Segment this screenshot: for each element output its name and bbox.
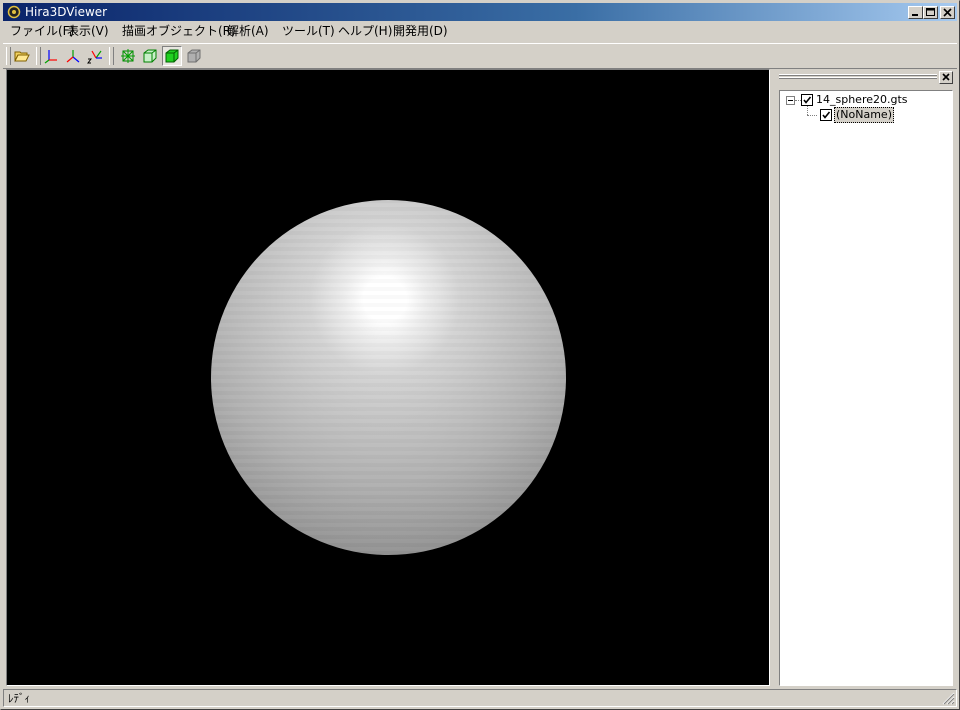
transparent-shading-button[interactable] [184,46,204,66]
menu-analysis[interactable]: 解析(A) [224,24,272,39]
hidden-line-icon [143,49,157,63]
menu-draw-object[interactable]: 描画オブジェクト(R) [119,24,239,39]
menu-view[interactable]: 表示(V) [64,24,112,39]
wireframe-icon [121,49,135,63]
wireframe-button[interactable] [118,46,138,66]
minimize-button[interactable] [908,6,923,19]
status-pane: ﾚﾃﾞｨ [3,689,957,707]
object-tree-panel: 14_sphere20.gts (NoName) [775,69,957,686]
resize-grip-icon[interactable] [942,692,955,705]
view-xy-button[interactable] [41,46,61,66]
tree-collapse-toggle[interactable] [786,96,795,105]
panel-grip[interactable] [779,74,937,80]
status-text: ﾚﾃﾞｨ [8,692,30,705]
transparent-shading-icon [187,49,201,63]
close-icon [942,73,950,81]
minimize-icon [912,14,918,16]
axis-view-yz-icon [66,50,80,63]
title-bar[interactable]: Hira3DViewer [3,3,957,21]
maximize-icon [926,8,935,16]
sphere-mesh-shading [211,200,566,555]
menu-tools[interactable]: ツール(T) [279,24,338,39]
maximize-button[interactable] [923,6,938,19]
open-file-button[interactable] [12,46,32,66]
menu-develop[interactable]: 開発用(D) [390,24,451,39]
toolbar-separator [109,47,114,65]
menu-bar: ファイル(F) 表示(V) 描画オブジェクト(R) 解析(A) ツール(T) ヘ… [3,22,957,41]
tree-checkbox-root[interactable] [801,94,813,106]
open-folder-icon [14,51,30,62]
panel-close-button[interactable] [939,71,953,84]
tree-item-root-label: 14_sphere20.gts [816,93,908,106]
toolbar [3,43,957,69]
3d-viewport[interactable] [6,69,770,686]
tree-checkbox-child[interactable] [820,109,832,121]
hidden-line-button[interactable] [140,46,160,66]
status-bar: ﾚﾃﾞｨ [3,689,957,707]
sphere-model [211,200,566,555]
main-window: Hira3DViewer ファイル(F) 表示(V) 描画オブジェクト(R) 解… [0,0,960,710]
hira3d-app-icon [7,5,21,19]
tree-item-child-label: (NoName) [834,107,894,123]
solid-shading-icon [165,49,179,63]
axis-view-xy-icon [44,50,57,64]
solid-shading-button[interactable] [162,46,182,66]
view-yz-button[interactable] [63,46,83,66]
menu-help[interactable]: ヘルプ(H) [335,24,395,39]
toolbar-grip[interactable] [6,47,11,65]
close-button[interactable] [940,6,955,19]
view-zx-button[interactable] [85,46,105,66]
tree-connector [807,106,808,115]
axis-view-zx-icon [87,50,102,64]
close-icon [943,8,952,17]
checkmark-icon [822,111,831,119]
window-title: Hira3DViewer [25,5,108,19]
checkmark-icon [803,96,812,104]
tree-connector [807,115,817,116]
object-tree: 14_sphere20.gts (NoName) [779,90,953,686]
